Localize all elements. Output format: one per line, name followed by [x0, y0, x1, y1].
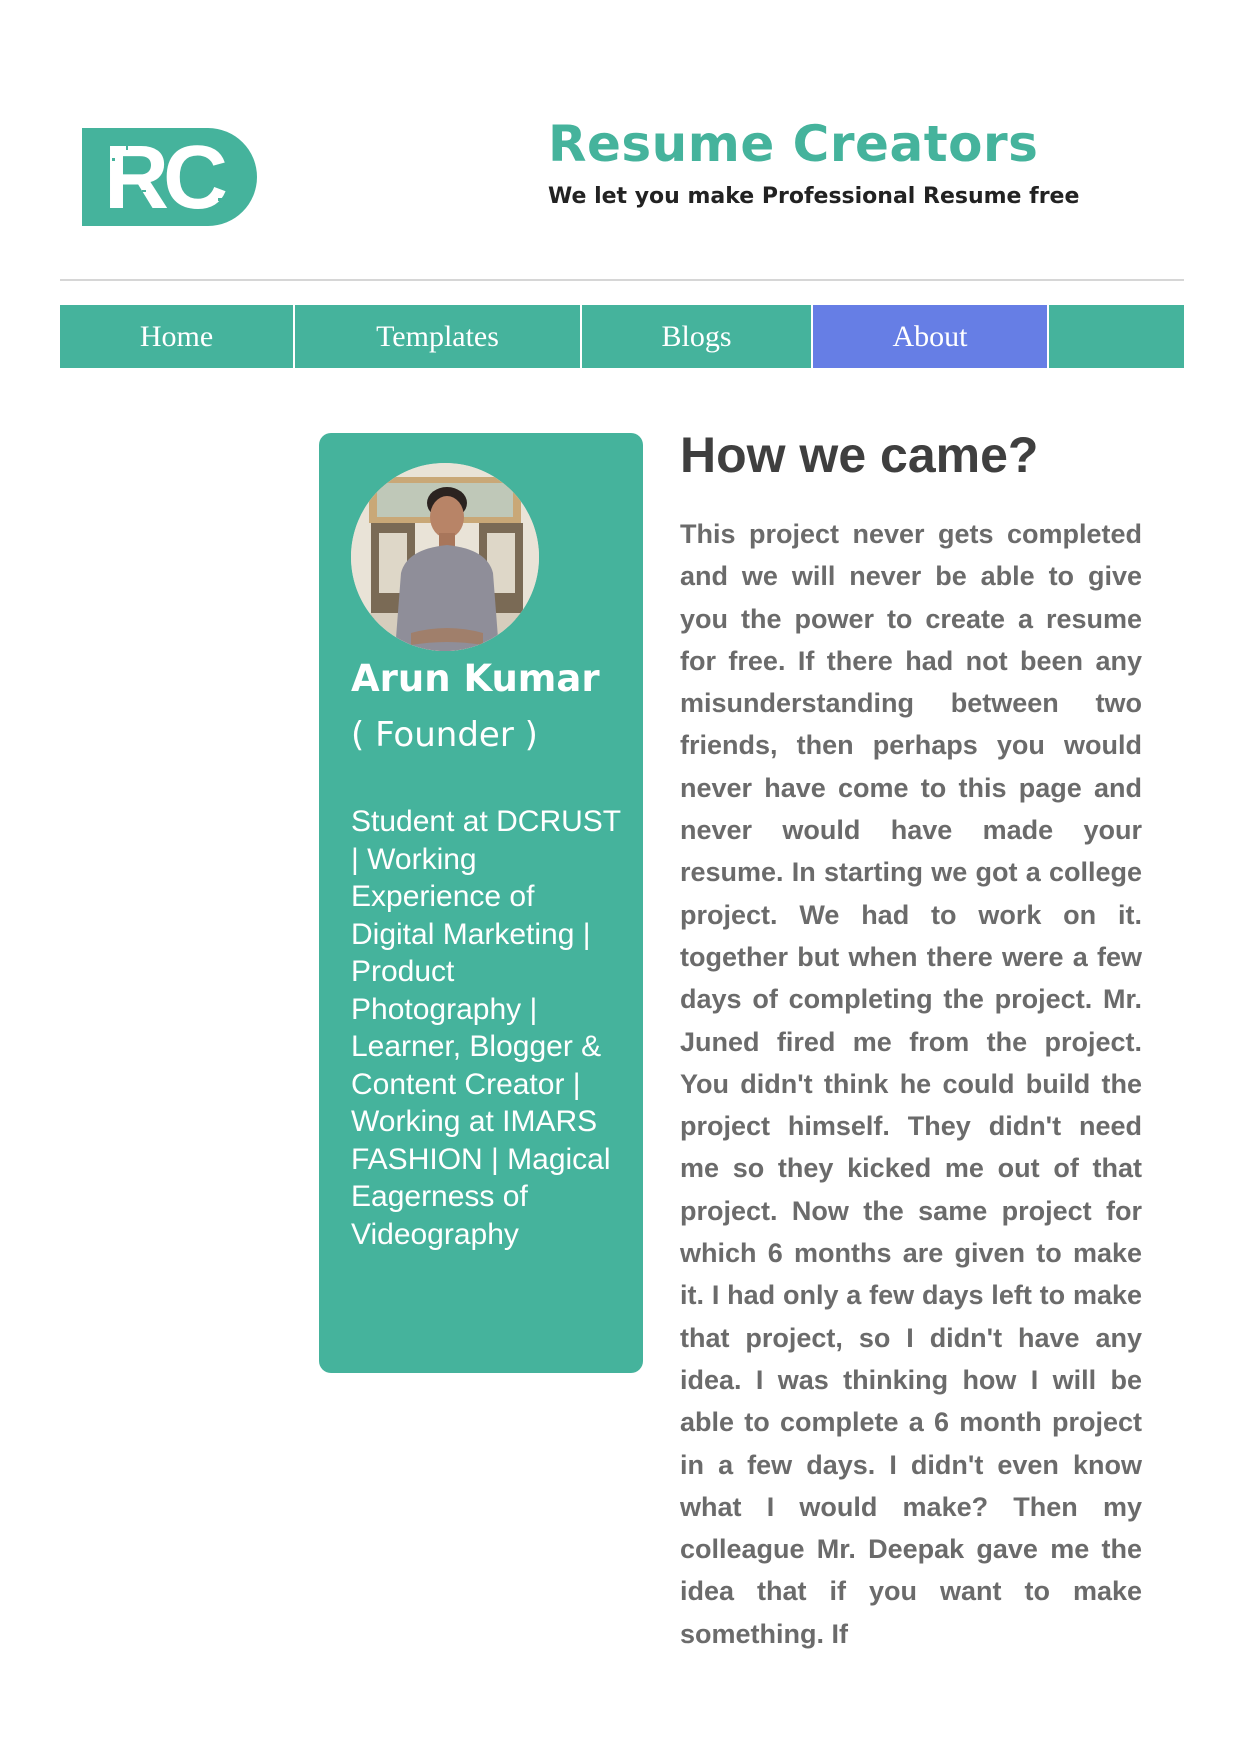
founder-card: Arun Kumar ( Founder ) Student at DCRUST… [319, 433, 643, 1373]
header-divider [60, 279, 1184, 281]
founder-bio: Student at DCRUST | Working Experience o… [351, 805, 621, 1251]
site-tagline: We let you make Professional Resume free [548, 184, 1080, 209]
founder-role: ( Founder ) [351, 715, 538, 755]
page-title: How we came? [680, 427, 1039, 483]
nav-blank[interactable] [1049, 305, 1184, 368]
about-content: How we came? This project never gets com… [680, 423, 1142, 1682]
nav-home[interactable]: Home [60, 305, 295, 368]
site-title: Resume Creators [548, 115, 1039, 173]
founder-name: Arun Kumar [351, 657, 600, 700]
rc-logo-icon: RC [82, 128, 257, 228]
logo-text: RC [104, 128, 226, 226]
logo[interactable]: RC [82, 128, 257, 228]
nav-about[interactable]: About [813, 305, 1049, 368]
nav-templates[interactable]: Templates [295, 305, 582, 368]
founder-avatar [351, 463, 539, 651]
brand-block: Resume Creators We let you make Professi… [548, 108, 1079, 209]
founder-photo-icon [351, 463, 539, 651]
about-paragraph: This project never gets completed and we… [680, 519, 1142, 1649]
main-nav: Home Templates Blogs About [60, 305, 1184, 368]
nav-blogs[interactable]: Blogs [582, 305, 813, 368]
